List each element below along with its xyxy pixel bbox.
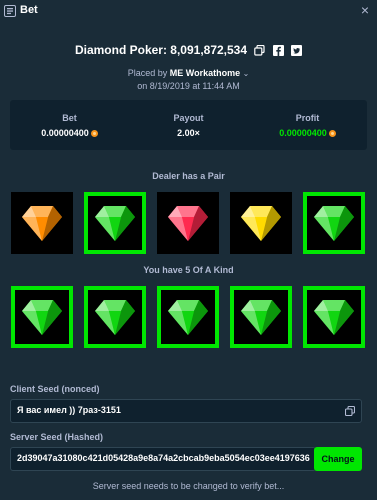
placed-by-prefix: Placed by (127, 68, 168, 78)
change-seed-button[interactable]: Change (314, 447, 362, 471)
dealer-card (157, 192, 219, 254)
player-card (303, 286, 365, 348)
server-seed-label: Server Seed (Hashed) (10, 432, 104, 442)
green-gem-icon (241, 300, 281, 335)
red-gem-icon (168, 206, 208, 241)
player-card (230, 286, 292, 348)
green-gem-icon (95, 206, 135, 241)
bet-value-row: 0.00000400 (10, 128, 129, 138)
client-seed-value: Я вас имел )) 7раз-3151 (17, 405, 121, 415)
player-card (84, 286, 146, 348)
facebook-icon[interactable] (272, 45, 284, 56)
green-gem-icon (95, 300, 135, 335)
bet-headline: Diamond Poker: 8,091,872,534 (0, 43, 377, 57)
copy-icon[interactable] (254, 45, 265, 56)
profit-label: Profit (295, 113, 320, 123)
twitter-icon[interactable] (291, 45, 303, 56)
placed-by-line: Placed by ME Workathome ⌄ (0, 67, 377, 80)
green-gem-icon (314, 300, 354, 335)
verify-note: Server seed needs to be changed to verif… (92, 481, 285, 491)
player-name[interactable]: ME Workathome (170, 68, 240, 78)
payout-value: 2.00× (177, 128, 200, 138)
dealer-card (84, 192, 146, 254)
chevron-down-icon[interactable]: ⌄ (243, 69, 250, 78)
bet-icon (4, 5, 16, 17)
orange-gem-icon (22, 206, 62, 241)
server-seed-value: 2d39047a31080c421d05428a9e8a74a2cbcab9eb… (17, 453, 310, 463)
green-gem-icon (168, 300, 208, 335)
yellow-gem-icon (241, 206, 281, 241)
server-seed-field[interactable]: 2d39047a31080c421d05428a9e8a74a2cbcab9eb… (10, 447, 316, 471)
player-card (157, 286, 219, 348)
player-card (11, 286, 73, 348)
bet-id-title: Diamond Poker: 8,091,872,534 (74, 43, 248, 57)
green-gem-icon (22, 300, 62, 335)
bitcoin-icon (328, 130, 336, 137)
dealer-card (11, 192, 73, 254)
bet-label: Bet (62, 113, 77, 123)
client-seed-field[interactable]: Я вас имел )) 7раз-3151 (10, 399, 362, 423)
bet-stats-panel: Bet 0.00000400 Payout 2.00× Profit 0.000… (10, 100, 367, 150)
dealer-hand-label: Dealer has a Pair (152, 171, 225, 181)
copy-icon[interactable] (345, 406, 355, 416)
close-icon[interactable]: × (361, 2, 369, 18)
placed-date: on 8/19/2019 at 11:44 AM (137, 81, 240, 91)
placed-info: Placed by ME Workathome ⌄ on 8/19/2019 a… (0, 67, 377, 93)
window-titlebar: Bet × (0, 0, 377, 22)
payout-label: Payout (173, 113, 204, 123)
green-gem-icon (314, 206, 354, 241)
dealer-card (230, 192, 292, 254)
dealer-card (303, 192, 365, 254)
bet-value: 0.00000400 (41, 128, 89, 138)
client-seed-label: Client Seed (nonced) (10, 384, 100, 394)
profit-value: 0.00000400 (279, 128, 327, 138)
window-title: Bet (20, 4, 38, 16)
bitcoin-icon (90, 130, 98, 137)
profit-value-row: 0.00000400 (248, 128, 367, 138)
player-hand-label: You have 5 Of A Kind (143, 265, 234, 275)
